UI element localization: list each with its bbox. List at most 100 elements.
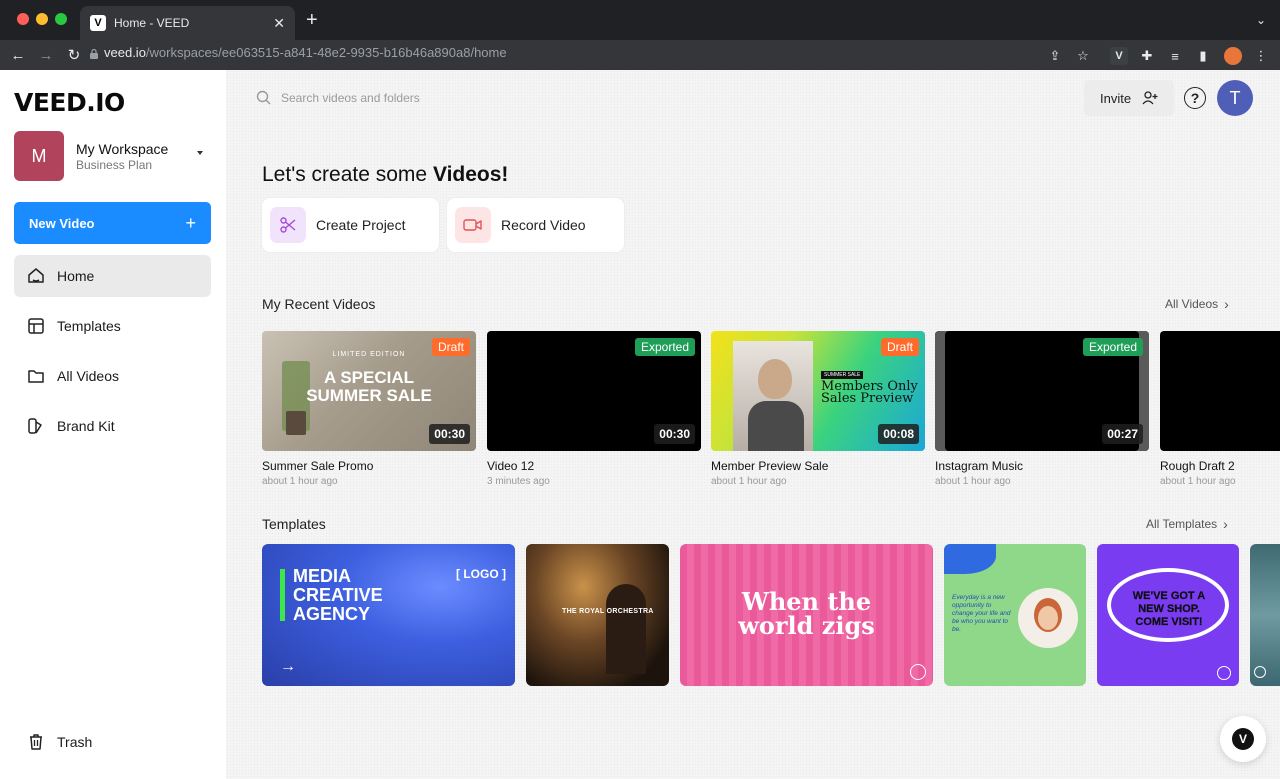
minimize-window-button[interactable]: [36, 13, 48, 25]
all-videos-label: All Videos: [1165, 297, 1219, 311]
user-avatar[interactable]: T: [1217, 80, 1253, 116]
sidebar-item-label: Templates: [57, 318, 121, 334]
browser-tab[interactable]: V Home - VEED ✕: [80, 6, 295, 40]
reload-icon[interactable]: ↻: [63, 44, 85, 66]
template-text: MEDIA CREATIVE AGENCY: [293, 566, 383, 624]
template-card[interactable]: MEDIA CREATIVE AGENCY [ LOGO ] →: [262, 544, 515, 686]
veed-logo[interactable]: VEED.IO: [14, 88, 125, 117]
workspace-dropdown-caret-icon[interactable]: [197, 151, 203, 155]
video-title[interactable]: Video 12: [487, 459, 701, 473]
help-icon[interactable]: ?: [1184, 87, 1206, 109]
create-project-label: Create Project: [316, 217, 406, 233]
video-title[interactable]: Member Preview Sale: [711, 459, 925, 473]
video-thumbnail[interactable]: Exported 00:27: [935, 331, 1149, 451]
address-bar[interactable]: veed.io/workspaces/ee063515-a841-48e2-99…: [104, 45, 507, 60]
sidebar-item-trash[interactable]: Trash: [14, 721, 211, 763]
template-card[interactable]: THE ROYAL ORCHESTRA: [526, 544, 669, 686]
workspace-name[interactable]: My Workspace: [76, 141, 168, 157]
chevron-right-icon: ›: [1224, 296, 1229, 312]
status-badge: Draft: [880, 338, 919, 356]
duration-badge: 00:30: [429, 424, 470, 444]
trash-icon: [30, 734, 42, 750]
side-panel-icon[interactable]: ▮: [1194, 47, 1212, 65]
templates-title: Templates: [262, 516, 326, 532]
duration-badge: 00:30: [654, 424, 695, 444]
search-input[interactable]: Search videos and folders: [281, 91, 420, 105]
template-card[interactable]: WE'VE GOT A NEW SHOP. COME VISIT!: [1097, 544, 1239, 686]
all-videos-link[interactable]: All Videos ›: [1165, 296, 1229, 312]
logo-circle-icon: [1217, 666, 1231, 680]
veed-extension-icon[interactable]: V: [1110, 47, 1128, 65]
template-card[interactable]: When the world zigs: [680, 544, 933, 686]
portrait-circle: [1018, 588, 1078, 648]
search-icon: [256, 90, 271, 105]
new-video-button[interactable]: New Video +: [14, 202, 211, 244]
video-meta: about 1 hour ago: [1160, 476, 1236, 487]
video-title[interactable]: Rough Draft 2: [1160, 459, 1280, 473]
forward-arrow-icon[interactable]: →: [35, 44, 57, 66]
video-meta: about 1 hour ago: [711, 476, 787, 487]
browser-toolbar: ← → ↻ veed.io/workspaces/ee063515-a841-4…: [0, 40, 1280, 70]
accent-bar: [280, 569, 285, 621]
maximize-window-button[interactable]: [55, 13, 67, 25]
template-card[interactable]: Everyday is a new opportunity to change …: [944, 544, 1086, 686]
sidebar-item-all-videos[interactable]: All Videos: [14, 355, 211, 397]
workspace-plan: Business Plan: [76, 158, 153, 172]
musician-shape: [606, 584, 646, 674]
search-bar[interactable]: Search videos and folders: [256, 90, 420, 105]
chat-support-button[interactable]: V: [1220, 716, 1266, 762]
video-card[interactable]: Exported 00:27 Instagram Music about 1 h…: [935, 331, 1149, 487]
video-thumbnail[interactable]: [1160, 331, 1280, 451]
url-path: /workspaces/ee063515-a841-48e2-9935-b16b…: [145, 45, 507, 60]
video-card[interactable]: SUMMER SALE Members Only Sales Preview D…: [711, 331, 925, 487]
sidebar-item-brand-kit[interactable]: Brand Kit: [14, 405, 211, 447]
headline-bold: Videos!: [432, 163, 509, 186]
all-templates-link[interactable]: All Templates ›: [1146, 516, 1228, 532]
video-meta: about 1 hour ago: [935, 476, 1011, 487]
video-title[interactable]: Instagram Music: [935, 459, 1149, 473]
video-title[interactable]: Summer Sale Promo: [262, 459, 476, 473]
close-window-button[interactable]: [17, 13, 29, 25]
profile-icon[interactable]: [1224, 47, 1242, 65]
sidebar-item-label: All Videos: [57, 368, 120, 384]
tab-search-chevron-icon[interactable]: ⌄: [1256, 13, 1266, 27]
record-video-button[interactable]: Record Video: [447, 198, 624, 252]
chevron-right-icon: ›: [1223, 516, 1228, 532]
extensions-puzzle-icon[interactable]: ✚: [1138, 47, 1156, 65]
video-thumbnail[interactable]: LIMITED EDITION A SPECIAL SUMMER SALE Dr…: [262, 331, 476, 451]
video-card[interactable]: LIMITED EDITION A SPECIAL SUMMER SALE Dr…: [262, 331, 476, 487]
create-project-button[interactable]: Create Project: [262, 198, 439, 252]
video-thumbnail[interactable]: Exported 00:30: [487, 331, 701, 451]
video-meta: about 1 hour ago: [262, 476, 338, 487]
recent-videos-title: My Recent Videos: [262, 296, 376, 312]
thumb-big-text: Members Only Sales Preview: [821, 379, 918, 406]
media-queue-icon[interactable]: ≡: [1166, 47, 1184, 65]
template-text: THE ROYAL ORCHESTRA: [562, 608, 654, 615]
home-icon: [28, 268, 44, 283]
url-host: veed.io: [104, 45, 146, 60]
invite-label: Invite: [1100, 90, 1132, 106]
add-user-icon: [1142, 91, 1158, 105]
video-card[interactable]: Rough Draft 2 about 1 hour ago: [1160, 331, 1280, 487]
back-arrow-icon[interactable]: ←: [7, 44, 29, 66]
duration-badge: 00:27: [1102, 424, 1143, 444]
video-card[interactable]: Exported 00:30 Video 12 3 minutes ago: [487, 331, 701, 487]
template-card[interactable]: [1250, 544, 1280, 686]
sidebar-item-templates[interactable]: Templates: [14, 305, 211, 347]
new-tab-icon[interactable]: +: [306, 10, 318, 30]
video-thumbnail[interactable]: SUMMER SALE Members Only Sales Preview D…: [711, 331, 925, 451]
bookmark-star-icon[interactable]: ☆: [1074, 47, 1092, 65]
arrow-right-icon: →: [280, 658, 296, 675]
tab-title: Home - VEED: [114, 16, 190, 30]
tab-close-icon[interactable]: ✕: [273, 15, 285, 32]
template-logo-tag: [ LOGO ]: [456, 567, 506, 581]
chrome-menu-icon[interactable]: ⋮: [1252, 47, 1270, 65]
sidebar-item-home[interactable]: Home: [14, 255, 211, 297]
scissors-icon: [270, 207, 306, 243]
brand-kit-icon: [28, 418, 42, 434]
thumb-big-text: A SPECIAL SUMMER SALE: [306, 368, 432, 405]
workspace-avatar[interactable]: M: [14, 131, 64, 181]
invite-button[interactable]: Invite: [1084, 80, 1174, 116]
video-meta: 3 minutes ago: [487, 476, 550, 487]
share-icon[interactable]: ⇪: [1046, 47, 1064, 65]
